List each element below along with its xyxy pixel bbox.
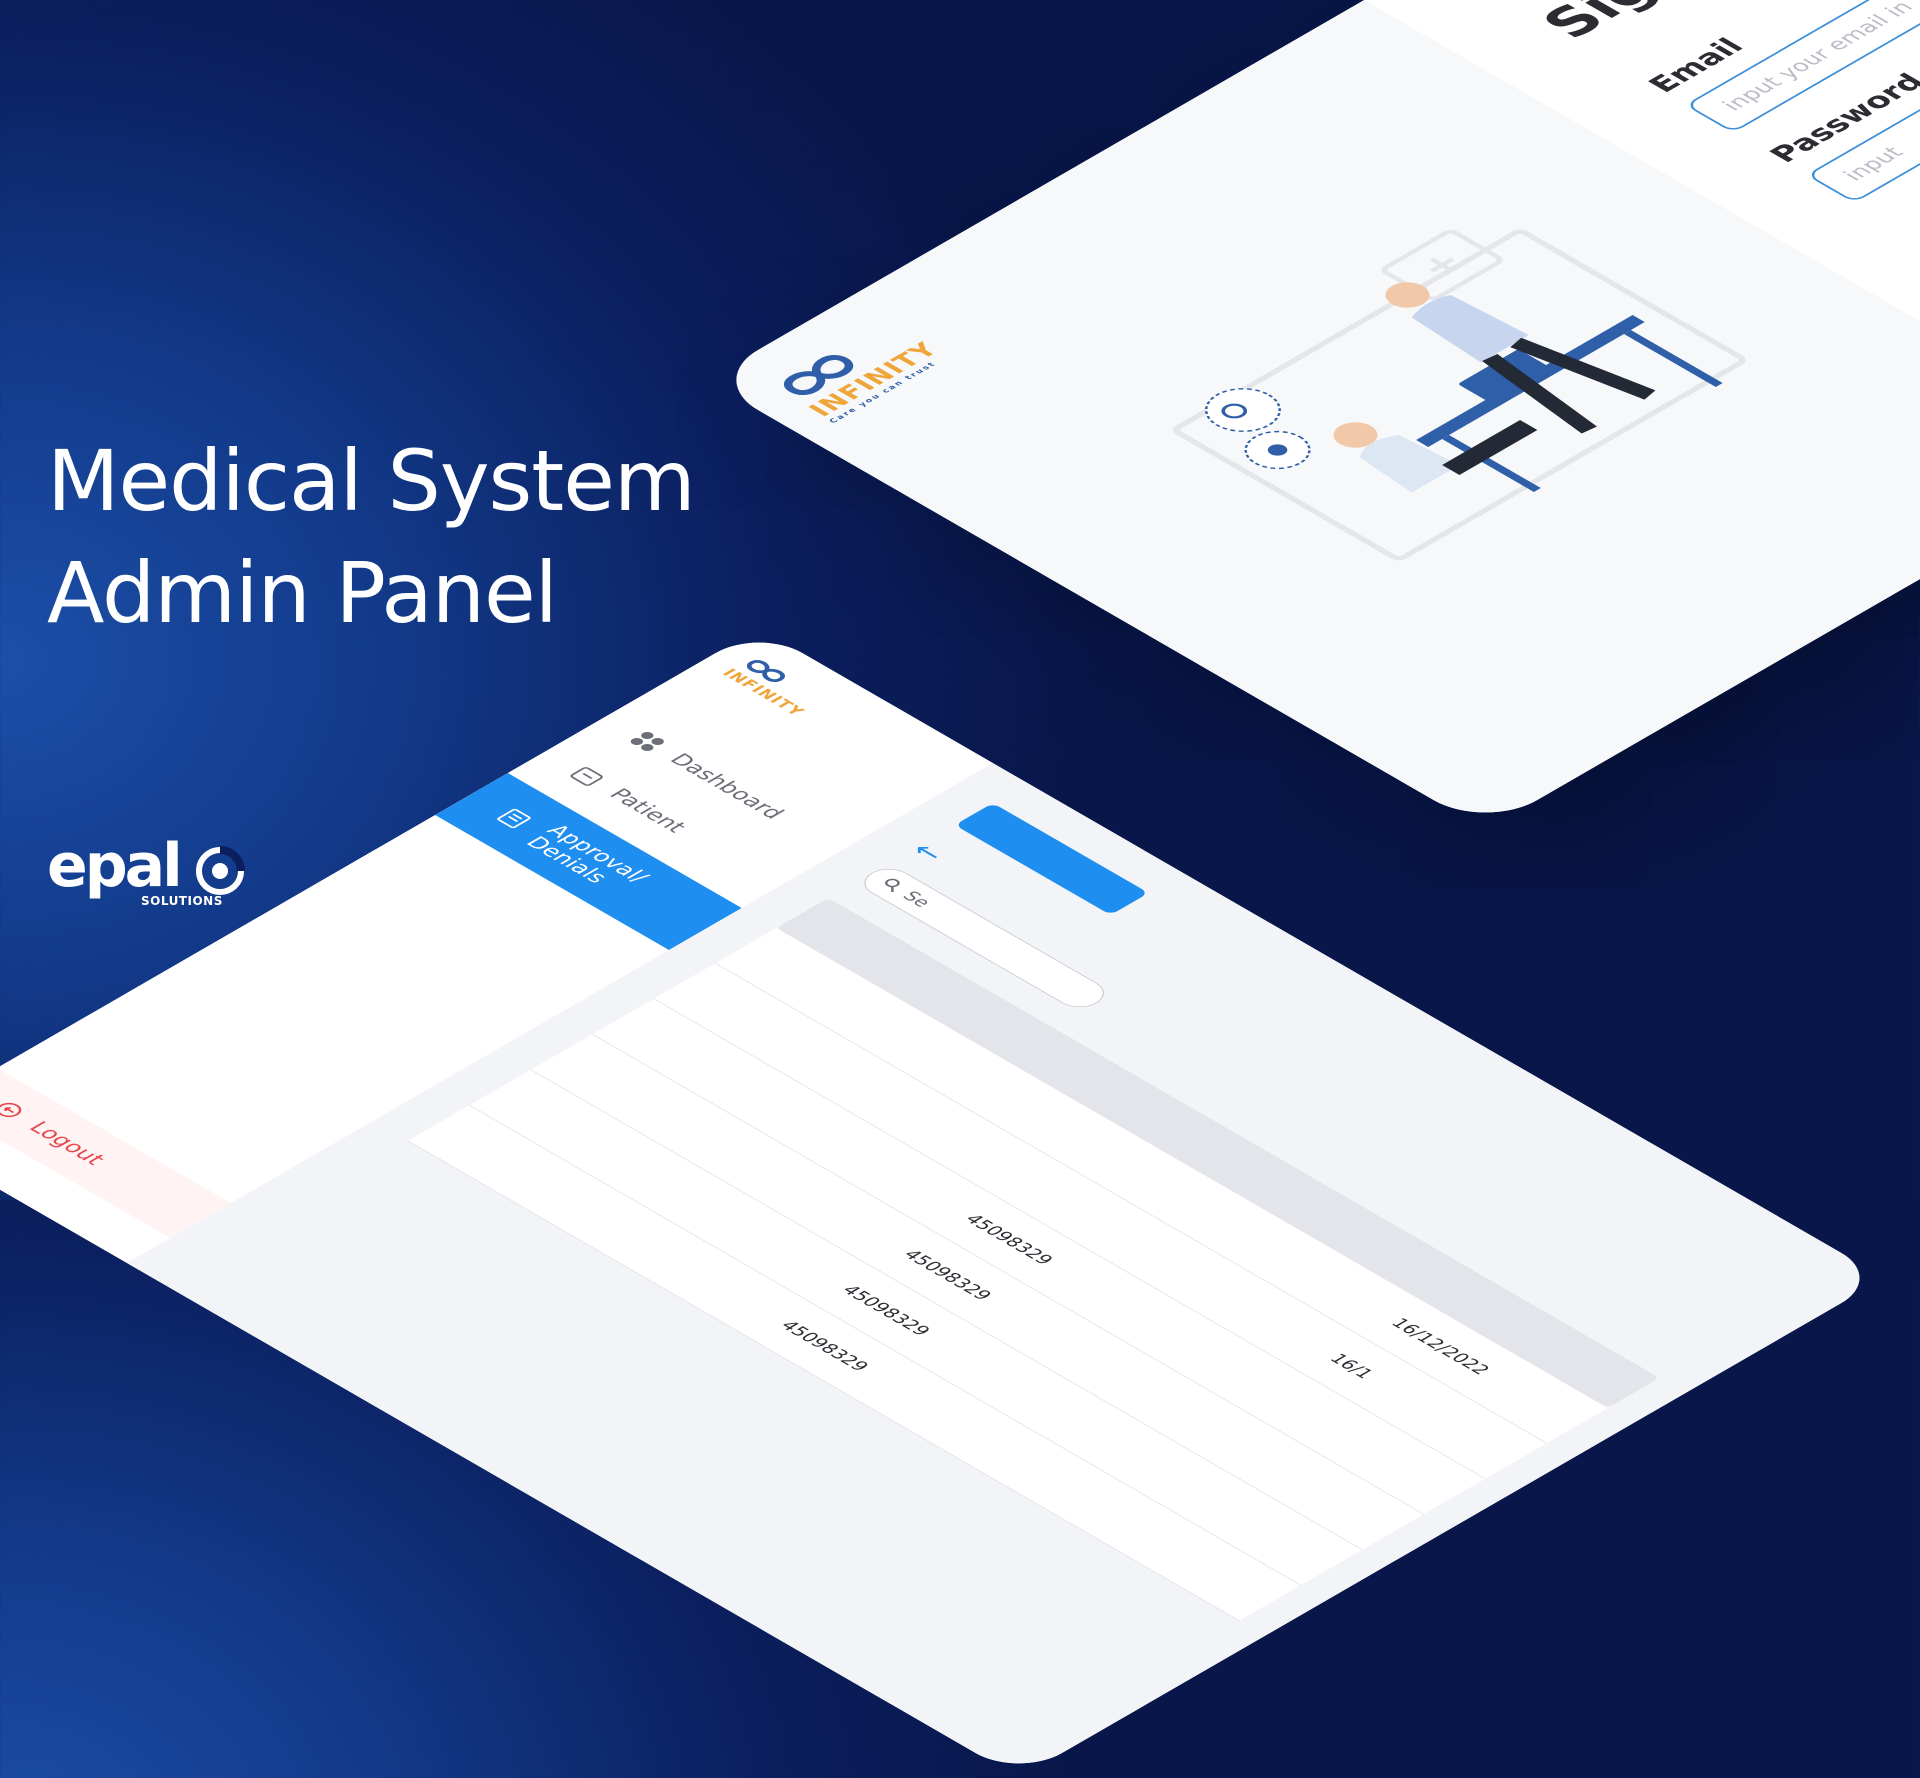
primary-action-button[interactable]	[954, 803, 1149, 915]
logout-icon	[0, 1102, 22, 1118]
grid-icon	[630, 731, 664, 752]
dashboard-screen: INFINITY Dashboard Patient Approval/ Den…	[0, 628, 1885, 1778]
arrow-left-icon[interactable]: ←	[904, 838, 953, 866]
records-table: 16/12/2022 16/1 45098329 45098329 450983…	[407, 898, 1660, 1621]
brand-mark-icon	[196, 846, 245, 895]
patient-card-icon	[570, 767, 603, 786]
hero-line-2: Admin Panel	[47, 544, 558, 642]
hero-line-1: Medical System	[47, 432, 696, 530]
brand-word: epal	[47, 831, 183, 901]
sidebar-item-label: Patient	[603, 785, 692, 837]
logout-label: Logout	[23, 1118, 111, 1169]
epal-brand-logo: epal SOLUTIONS	[47, 831, 245, 908]
sidebar-logo: INFINITY	[718, 654, 830, 719]
sidebar-item-label: Approval/ Denials	[519, 821, 654, 887]
search-placeholder: Se	[897, 888, 936, 910]
search-icon	[885, 878, 900, 892]
hero-title: Medical System Admin Panel	[47, 425, 696, 649]
doctor-patient-illustration	[1173, 229, 1746, 561]
logout-button[interactable]: Logout	[0, 1068, 231, 1238]
brand-sub: SOLUTIONS	[141, 894, 223, 908]
document-icon	[497, 808, 531, 829]
infinity-logo: INFINITY Care you can trust	[767, 290, 1000, 425]
